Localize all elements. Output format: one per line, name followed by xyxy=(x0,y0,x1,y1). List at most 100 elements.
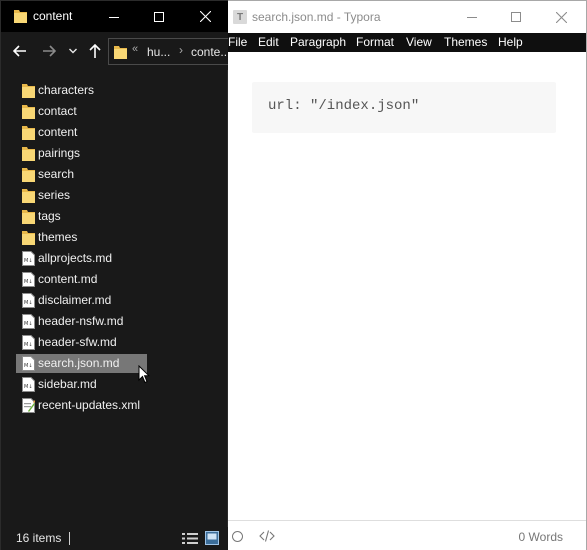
folder-item[interactable]: search xyxy=(16,165,147,184)
large-icons-view-icon[interactable] xyxy=(205,531,219,545)
breadcrumb-segment[interactable]: hu... xyxy=(147,45,170,59)
minimize-icon xyxy=(109,16,119,18)
file-name: recent-updates.xml xyxy=(38,398,141,412)
code-block[interactable]: url: "/index.json" xyxy=(252,82,556,133)
window-title: content xyxy=(33,9,73,23)
close-icon xyxy=(555,11,567,23)
file-name: pairings xyxy=(38,146,81,160)
file-item[interactable]: M↓ header-sfw.md xyxy=(16,333,147,352)
file-item[interactable]: M↓ disclaimer.md xyxy=(16,291,147,310)
breadcrumb-segment[interactable]: conte... xyxy=(191,45,230,59)
source-code-toggle-icon[interactable] xyxy=(259,529,275,543)
recent-locations-button[interactable] xyxy=(67,42,79,60)
status-divider xyxy=(69,532,70,545)
arrow-right-icon xyxy=(43,45,56,57)
file-name: characters xyxy=(38,83,95,97)
folder-item[interactable]: tags xyxy=(16,207,147,226)
folder-icon xyxy=(22,125,35,140)
file-name: contact xyxy=(38,104,77,118)
menu-paragraph[interactable]: Paragraph xyxy=(290,35,346,49)
minimize-button[interactable] xyxy=(449,1,495,33)
file-name: content xyxy=(38,125,78,139)
folder-item[interactable]: content xyxy=(16,123,147,142)
folder-icon xyxy=(22,230,35,245)
maximize-icon xyxy=(154,11,164,22)
file-item[interactable]: M↓ search.json.md xyxy=(16,354,147,373)
chevron-down-icon xyxy=(69,48,77,54)
breadcrumb-overflow[interactable]: « xyxy=(132,43,138,55)
typora-logo-icon: T xyxy=(233,10,247,24)
maximize-button[interactable] xyxy=(136,1,182,32)
markdown-file-icon: M↓ xyxy=(22,335,35,350)
arrow-up-icon xyxy=(89,44,101,58)
minimize-button[interactable] xyxy=(91,1,137,32)
file-item[interactable]: M↓ sidebar.md xyxy=(16,375,147,394)
menu-file[interactable]: File xyxy=(228,35,247,49)
menu-bar: File Edit Paragraph Format View Themes H… xyxy=(228,33,586,52)
svg-text:M↓: M↓ xyxy=(24,384,33,390)
folder-icon xyxy=(22,104,35,119)
folder-item[interactable]: series xyxy=(16,186,147,205)
svg-text:M↓: M↓ xyxy=(24,279,33,285)
markdown-file-icon: M↓ xyxy=(22,251,35,266)
navigation-bar: « hu... › conte... xyxy=(1,32,233,70)
folder-icon xyxy=(22,146,35,161)
menu-view[interactable]: View xyxy=(406,35,432,49)
folder-item[interactable]: pairings xyxy=(16,144,147,163)
file-name: header-nsfw.md xyxy=(38,314,124,328)
file-item[interactable]: recent-updates.xml xyxy=(16,396,147,415)
folder-icon xyxy=(14,10,27,23)
arrow-left-icon xyxy=(13,45,26,57)
folder-item[interactable]: contact xyxy=(16,102,147,121)
file-name: disclaimer.md xyxy=(38,293,112,307)
file-item[interactable]: M↓ header-nsfw.md xyxy=(16,312,147,331)
markdown-file-icon: M↓ xyxy=(22,377,35,392)
editor-area[interactable]: url: "/index.json" xyxy=(228,52,586,520)
markdown-file-icon: M↓ xyxy=(22,293,35,308)
minimize-icon xyxy=(467,17,477,18)
file-explorer-window: content « hu... › conte... characters co… xyxy=(0,0,233,550)
forward-button[interactable] xyxy=(40,42,58,60)
close-icon xyxy=(199,11,211,22)
file-item[interactable]: M↓ content.md xyxy=(16,270,147,289)
svg-text:M↓: M↓ xyxy=(24,300,33,306)
close-button[interactable] xyxy=(182,1,228,32)
maximize-button[interactable] xyxy=(493,1,539,33)
folder-item[interactable]: themes xyxy=(16,228,147,247)
file-name: tags xyxy=(38,209,61,223)
menu-format[interactable]: Format xyxy=(356,35,394,49)
markdown-file-icon: M↓ xyxy=(22,356,35,371)
explorer-titlebar[interactable]: content xyxy=(1,1,229,32)
menu-help[interactable]: Help xyxy=(498,35,523,49)
breadcrumb-separator[interactable]: › xyxy=(179,43,183,57)
file-name: search xyxy=(38,167,75,181)
folder-icon xyxy=(22,83,35,98)
typora-window: T search.json.md - Typora File Edit Para… xyxy=(228,0,587,550)
markdown-file-icon: M↓ xyxy=(22,314,35,329)
status-bar: 16 items xyxy=(1,527,229,550)
folder-item[interactable]: characters xyxy=(16,81,147,100)
menu-themes[interactable]: Themes xyxy=(444,35,487,49)
sidebar-toggle-icon[interactable] xyxy=(232,531,243,542)
file-name: search.json.md xyxy=(38,356,120,370)
typora-titlebar[interactable]: T search.json.md - Typora xyxy=(228,1,586,33)
word-count: 0 Words xyxy=(518,530,563,544)
back-button[interactable] xyxy=(11,42,29,60)
file-name: header-sfw.md xyxy=(38,335,117,349)
svg-text:M↓: M↓ xyxy=(24,258,33,264)
file-item[interactable]: M↓ allprojects.md xyxy=(16,249,147,268)
address-bar[interactable]: « hu... › conte... xyxy=(108,38,233,65)
item-count: 16 items xyxy=(16,531,62,545)
file-name: sidebar.md xyxy=(38,377,97,391)
xml-file-icon xyxy=(22,398,36,413)
file-name: content.md xyxy=(38,272,98,286)
window-title: search.json.md - Typora xyxy=(252,10,381,24)
up-button[interactable] xyxy=(86,42,104,60)
menu-edit[interactable]: Edit xyxy=(258,35,279,49)
folder-icon xyxy=(22,188,35,203)
mouse-cursor-icon xyxy=(138,365,150,384)
details-view-icon[interactable] xyxy=(182,532,198,545)
close-button[interactable] xyxy=(538,1,584,33)
code-content[interactable]: url: "/index.json" xyxy=(268,98,419,114)
file-name: allprojects.md xyxy=(38,251,113,265)
